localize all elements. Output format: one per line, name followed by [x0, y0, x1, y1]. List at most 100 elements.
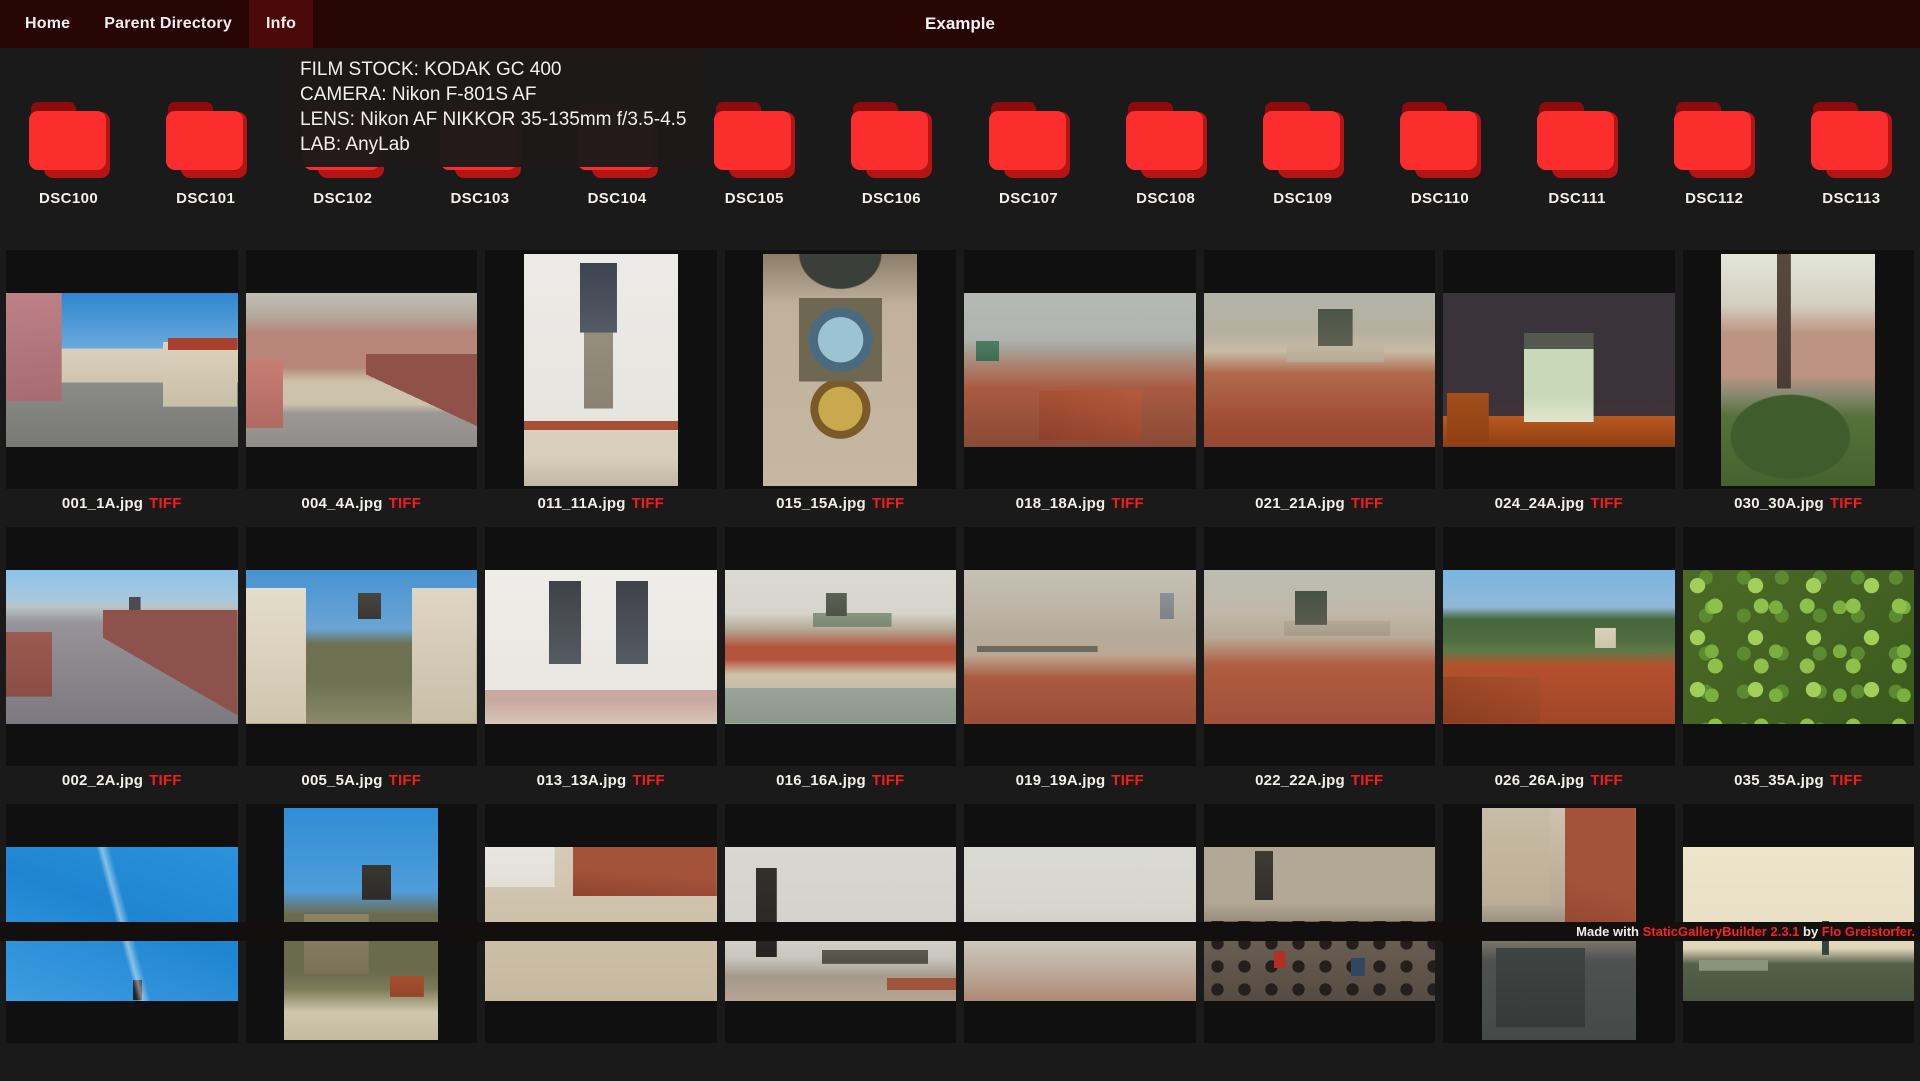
folder-label: DSC100: [39, 190, 99, 207]
caption: 015_15A.jpg TIFF: [725, 495, 957, 517]
filename-label: 022_22A.jpg: [1255, 772, 1345, 789]
caption: 004_4A.jpg TIFF: [246, 495, 478, 517]
thumbnail[interactable]: [1443, 250, 1675, 489]
format-badge: TIFF: [388, 495, 422, 512]
folder-label: DSC108: [1136, 190, 1196, 207]
filename-label: 021_21A.jpg: [1255, 495, 1345, 512]
thumbnail[interactable]: [245, 527, 477, 766]
gallery-item: 005_5A.jpg TIFF: [245, 527, 477, 794]
caption: [246, 1049, 478, 1071]
thumbnail[interactable]: [724, 250, 956, 489]
footer-builder-link[interactable]: StaticGalleryBuilder 2.3.1: [1643, 924, 1800, 939]
gallery-item: 001_1A.jpg TIFF: [6, 250, 238, 517]
filename-label: 035_35A.jpg: [1734, 772, 1824, 789]
caption: 002_2A.jpg TIFF: [6, 772, 238, 794]
gallery-item: 015_15A.jpg TIFF: [724, 250, 957, 517]
thumbnail[interactable]: [964, 250, 1196, 489]
thumbnail[interactable]: [724, 527, 956, 766]
thumbnail[interactable]: [245, 250, 477, 489]
thumbnail[interactable]: [964, 527, 1196, 766]
folder-label: DSC111: [1548, 190, 1606, 207]
folder-item[interactable]: DSC112: [1646, 102, 1783, 207]
folder-icon: [1262, 102, 1344, 178]
folder-label: DSC110: [1410, 190, 1470, 207]
format-badge: TIFF: [631, 495, 665, 512]
filename-label: 015_15A.jpg: [776, 495, 866, 512]
format-badge: TIFF: [149, 772, 182, 789]
thumbnail[interactable]: [1682, 250, 1914, 489]
folder-item[interactable]: DSC107: [960, 102, 1097, 207]
thumbnail-image: [523, 253, 678, 486]
caption: [6, 1049, 238, 1071]
caption: 026_26A.jpg TIFF: [1443, 772, 1675, 794]
format-badge: TIFF: [388, 772, 422, 789]
folder-item[interactable]: DSC106: [823, 102, 960, 207]
thumbnail[interactable]: [1443, 527, 1675, 766]
footer-author-link[interactable]: Flo Greistorfer.: [1822, 924, 1915, 939]
caption: 016_16A.jpg TIFF: [725, 772, 957, 794]
folder-item[interactable]: DSC109: [1234, 102, 1371, 207]
format-badge: TIFF: [871, 495, 905, 512]
gallery-item: 030_30A.jpg TIFF: [1682, 250, 1914, 517]
format-badge: TIFF: [1829, 772, 1863, 789]
thumbnail-image: [6, 292, 238, 447]
nav-item-parent-directory[interactable]: Parent Directory: [87, 0, 249, 48]
tooltip-line-lens: LENS: Nikon AF NIKKOR 35-135mm f/3.5-4.5: [300, 109, 687, 130]
folder-icon: [713, 102, 796, 178]
folder-icon: [1673, 102, 1756, 178]
tooltip-line-camera: CAMERA: Nikon F-801S AF: [300, 84, 537, 105]
nav-item-home[interactable]: Home: [8, 0, 87, 48]
filename-label: 019_19A.jpg: [1015, 772, 1106, 789]
caption: [964, 1049, 1196, 1071]
folder-item[interactable]: DSC111: [1509, 102, 1646, 207]
folder-item[interactable]: DSC101: [137, 102, 274, 207]
caption: 011_11A.jpg TIFF: [485, 495, 717, 517]
thumbnail[interactable]: [1203, 527, 1435, 766]
filename-label: 013_13A.jpg: [536, 772, 627, 789]
thumbnail-image: [1203, 292, 1435, 447]
tooltip-line-film-stock: FILM STOCK: KODAK GC 400: [300, 59, 562, 80]
folder-item[interactable]: DSC108: [1097, 102, 1234, 207]
format-badge: TIFF: [871, 772, 905, 789]
format-badge: TIFF: [1350, 495, 1384, 512]
format-badge: TIFF: [1350, 772, 1384, 789]
folder-icon: [165, 102, 247, 178]
thumbnail[interactable]: [485, 250, 717, 489]
folder-item[interactable]: DSC100: [0, 102, 137, 207]
format-badge: TIFF: [1111, 772, 1144, 789]
filename-label: 030_30A.jpg: [1734, 495, 1824, 512]
folder-item[interactable]: DSC110: [1371, 102, 1508, 207]
gallery-item: 004_4A.jpg TIFF: [245, 250, 478, 517]
nav-item-info[interactable]: Info: [248, 0, 314, 48]
footer-made-with: Made with: [1576, 924, 1643, 939]
thumbnail-image: [6, 569, 238, 724]
thumbnail-image: [1721, 253, 1876, 486]
filename-label: 001_1A.jpg: [61, 495, 144, 512]
gallery-item: 024_24A.jpg TIFF: [1443, 250, 1675, 517]
format-badge: TIFF: [1590, 495, 1623, 512]
caption: [1683, 1049, 1915, 1071]
thumbnail[interactable]: [6, 527, 238, 766]
thumbnail-image: [245, 569, 477, 724]
thumbnail-image: [485, 569, 717, 724]
folder-label: DSC107: [999, 190, 1059, 207]
filename-label: 024_24A.jpg: [1494, 495, 1585, 512]
thumbnail[interactable]: [1682, 527, 1914, 766]
folder-item[interactable]: DSC105: [686, 102, 823, 207]
gallery-item: 019_19A.jpg TIFF: [964, 527, 1196, 794]
gallery-item: 018_18A.jpg TIFF: [964, 250, 1196, 517]
gallery-item: 022_22A.jpg TIFF: [1203, 527, 1435, 794]
thumbnail-image: [245, 292, 477, 447]
folder-icon: [1125, 102, 1207, 178]
thumbnail[interactable]: [1203, 250, 1435, 489]
caption: 021_21A.jpg TIFF: [1204, 495, 1436, 517]
thumbnail[interactable]: [6, 250, 238, 489]
folder-label: DSC112: [1685, 190, 1744, 207]
folder-label: DSC106: [861, 190, 921, 207]
info-tooltip: FILM STOCK: KODAK GC 400 CAMERA: Nikon F…: [284, 48, 704, 167]
thumbnail[interactable]: [485, 527, 717, 766]
folder-item[interactable]: DSC113: [1783, 102, 1920, 207]
caption: [1204, 1049, 1436, 1071]
filename-label: 016_16A.jpg: [776, 772, 866, 789]
gallery-item: 011_11A.jpg TIFF: [485, 250, 717, 517]
